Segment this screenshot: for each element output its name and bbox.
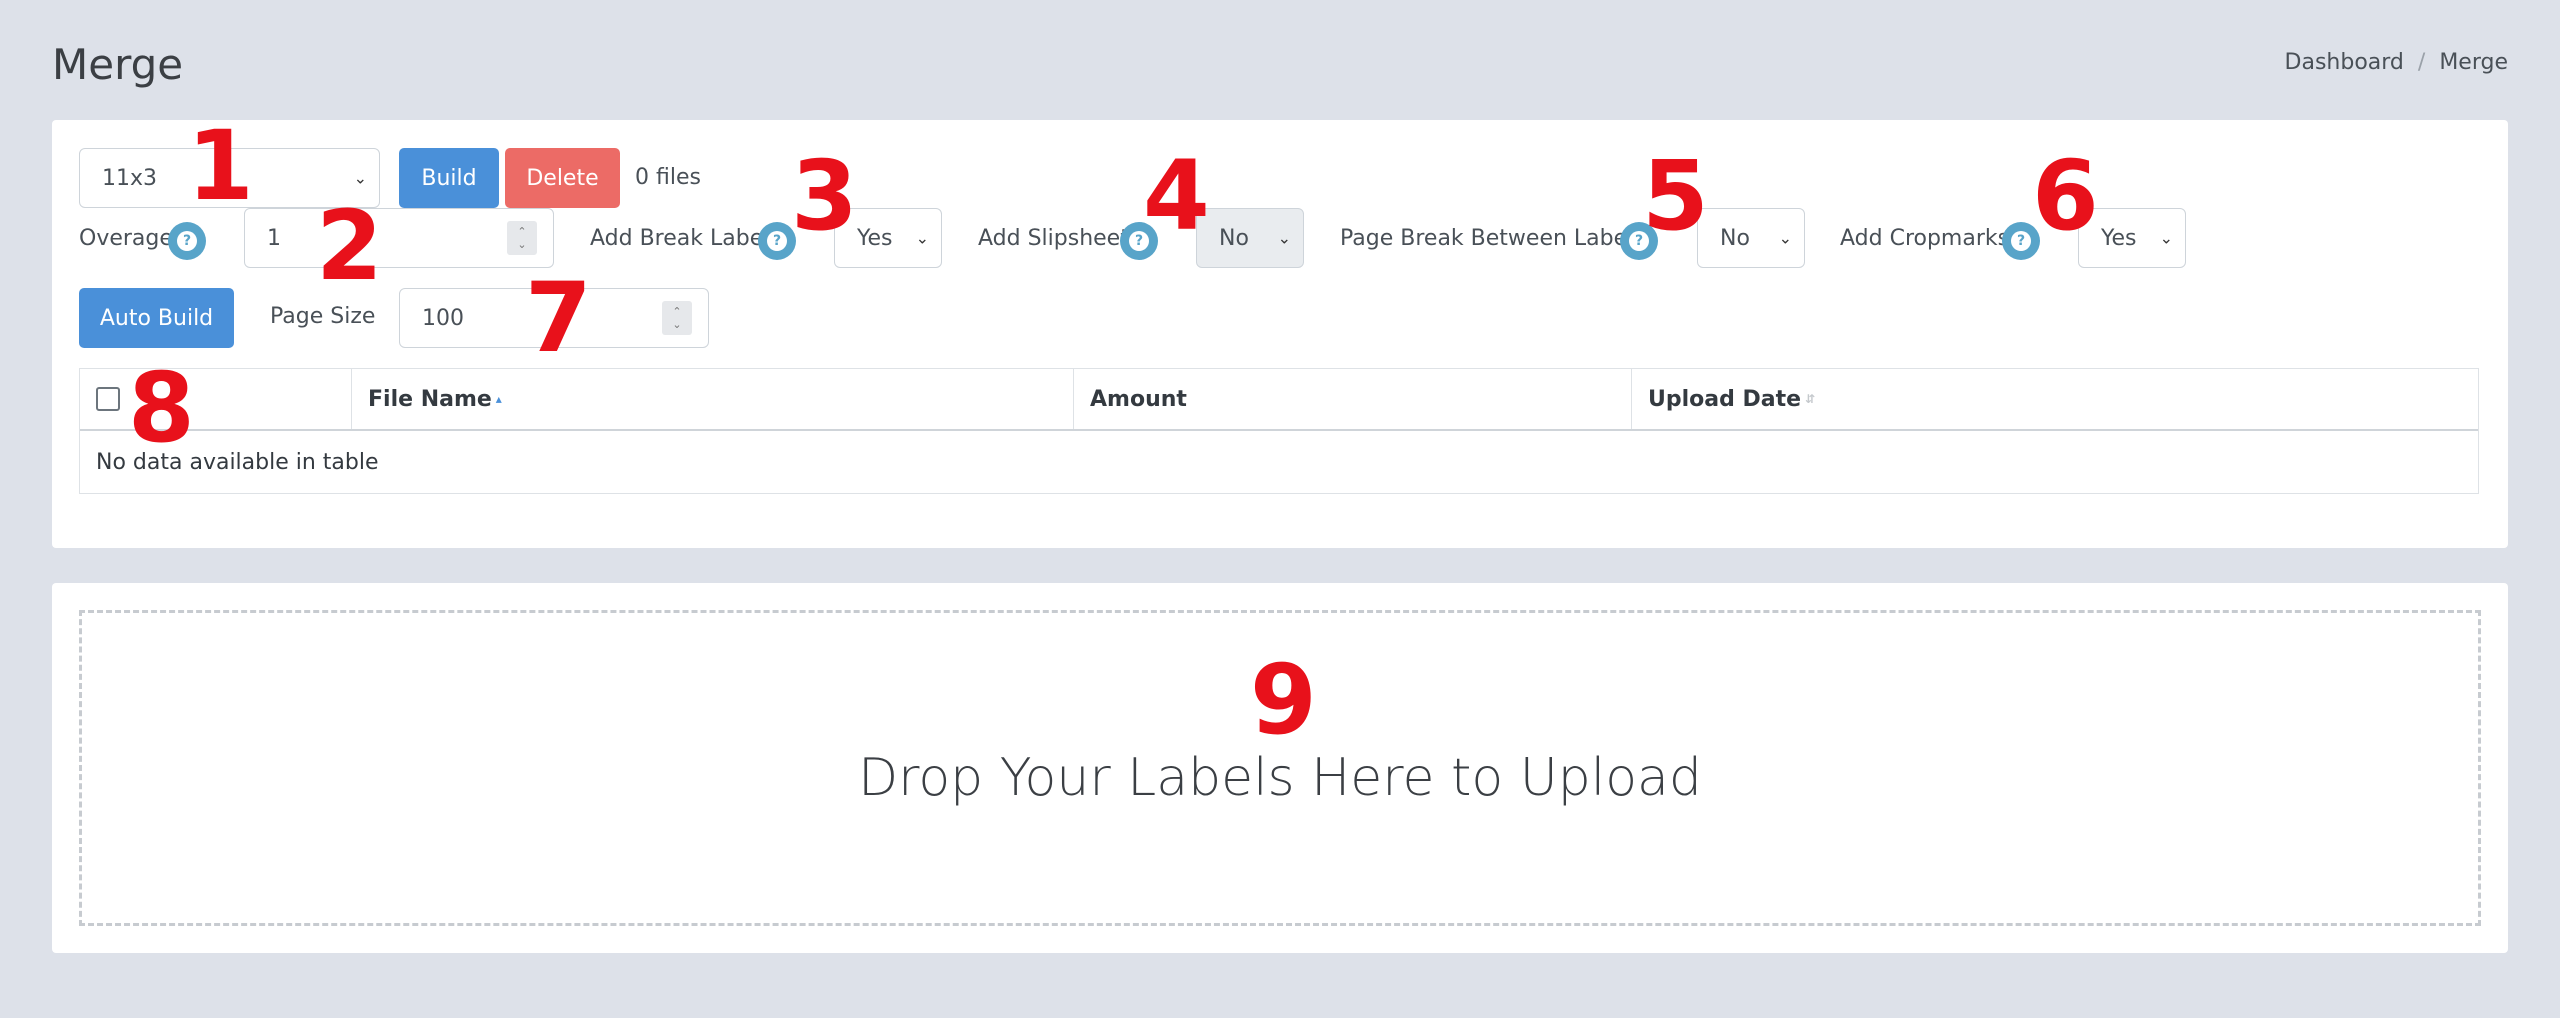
annotation-9: 9: [1250, 644, 1317, 756]
page-break-select[interactable]: No ⌄: [1697, 208, 1805, 268]
overage-label: Overage: [79, 226, 173, 251]
table-empty-row: No data available in table: [80, 431, 2478, 493]
upload-panel: Drop Your Labels Here to Upload: [52, 583, 2508, 953]
label-template-value: 11x3: [102, 165, 158, 191]
page-break-label: Page Break Between Labels: [1340, 226, 1645, 251]
slipsheet-select[interactable]: No ⌄: [1196, 208, 1304, 268]
select-all-checkbox[interactable]: [96, 387, 120, 411]
select-all-header: [80, 369, 352, 429]
question-icon: ?: [177, 231, 197, 251]
overage-input[interactable]: 1 ⌃ ⌄: [244, 208, 554, 268]
column-upload-date[interactable]: Upload Date ⇵: [1632, 369, 2478, 429]
annotation-6: 6: [2032, 140, 2099, 252]
breadcrumb: Dashboard / Merge: [2285, 50, 2508, 75]
page-size-value: 100: [422, 305, 464, 331]
chevron-down-icon: ⌄: [353, 168, 367, 188]
annotation-4: 4: [1143, 140, 1210, 252]
dropzone-text: Drop Your Labels Here to Upload: [858, 748, 1702, 808]
delete-button[interactable]: Delete: [505, 148, 620, 208]
page-break-value: No: [1720, 225, 1750, 251]
sort-asc-icon: ▴: [495, 392, 502, 406]
slipsheet-label: Add Slipsheet: [978, 226, 1129, 251]
merge-panel: 11x3 ⌄ Build Delete 0 files Overage ? 1 …: [52, 120, 2508, 548]
overage-stepper[interactable]: ⌃ ⌄: [507, 221, 537, 255]
cropmarks-label: Add Cropmarks: [1840, 226, 2010, 251]
annotation-7: 7: [525, 262, 592, 374]
column-upload-date-label: Upload Date: [1648, 386, 1802, 412]
chevron-down-icon: ⌄: [915, 228, 929, 248]
file-count: 0 files: [635, 165, 701, 190]
table-header: File Name ▴ Amount Upload Date ⇵: [80, 369, 2478, 431]
column-amount[interactable]: Amount: [1074, 369, 1632, 429]
annotation-2: 2: [316, 190, 383, 302]
column-file-name-label: File Name: [368, 386, 492, 412]
column-amount-label: Amount: [1090, 386, 1187, 412]
chevron-down-icon: ⌄: [2159, 228, 2173, 248]
break-label-label: Add Break Label: [590, 226, 770, 251]
column-file-name[interactable]: File Name ▴: [352, 369, 1074, 429]
page-size-label: Page Size: [270, 304, 376, 329]
break-label-value: Yes: [857, 225, 893, 251]
annotation-5: 5: [1642, 140, 1709, 252]
annotation-1: 1: [187, 110, 254, 222]
breadcrumb-dashboard-link[interactable]: Dashboard: [2285, 50, 2404, 75]
build-button[interactable]: Build: [399, 148, 499, 208]
page-size-stepper[interactable]: ⌃ ⌄: [662, 301, 692, 335]
question-icon: ?: [2011, 231, 2031, 251]
annotation-3: 3: [791, 140, 858, 252]
breadcrumb-separator: /: [2417, 50, 2426, 75]
chevron-down-icon: ⌄: [1778, 228, 1792, 248]
auto-build-button[interactable]: Auto Build: [79, 288, 234, 348]
breadcrumb-current: Merge: [2439, 50, 2508, 75]
sort-icon: ⇵: [1805, 392, 1816, 406]
annotation-8: 8: [128, 352, 195, 464]
page-title: Merge: [52, 40, 184, 89]
overage-help-icon[interactable]: ?: [168, 222, 206, 260]
question-icon: ?: [767, 231, 787, 251]
chevron-down-icon: ⌄: [1277, 228, 1291, 248]
overage-value: 1: [267, 225, 281, 251]
slipsheet-value: No: [1219, 225, 1249, 251]
cropmarks-value: Yes: [2101, 225, 2137, 251]
files-table: File Name ▴ Amount Upload Date ⇵ No data…: [79, 368, 2479, 494]
